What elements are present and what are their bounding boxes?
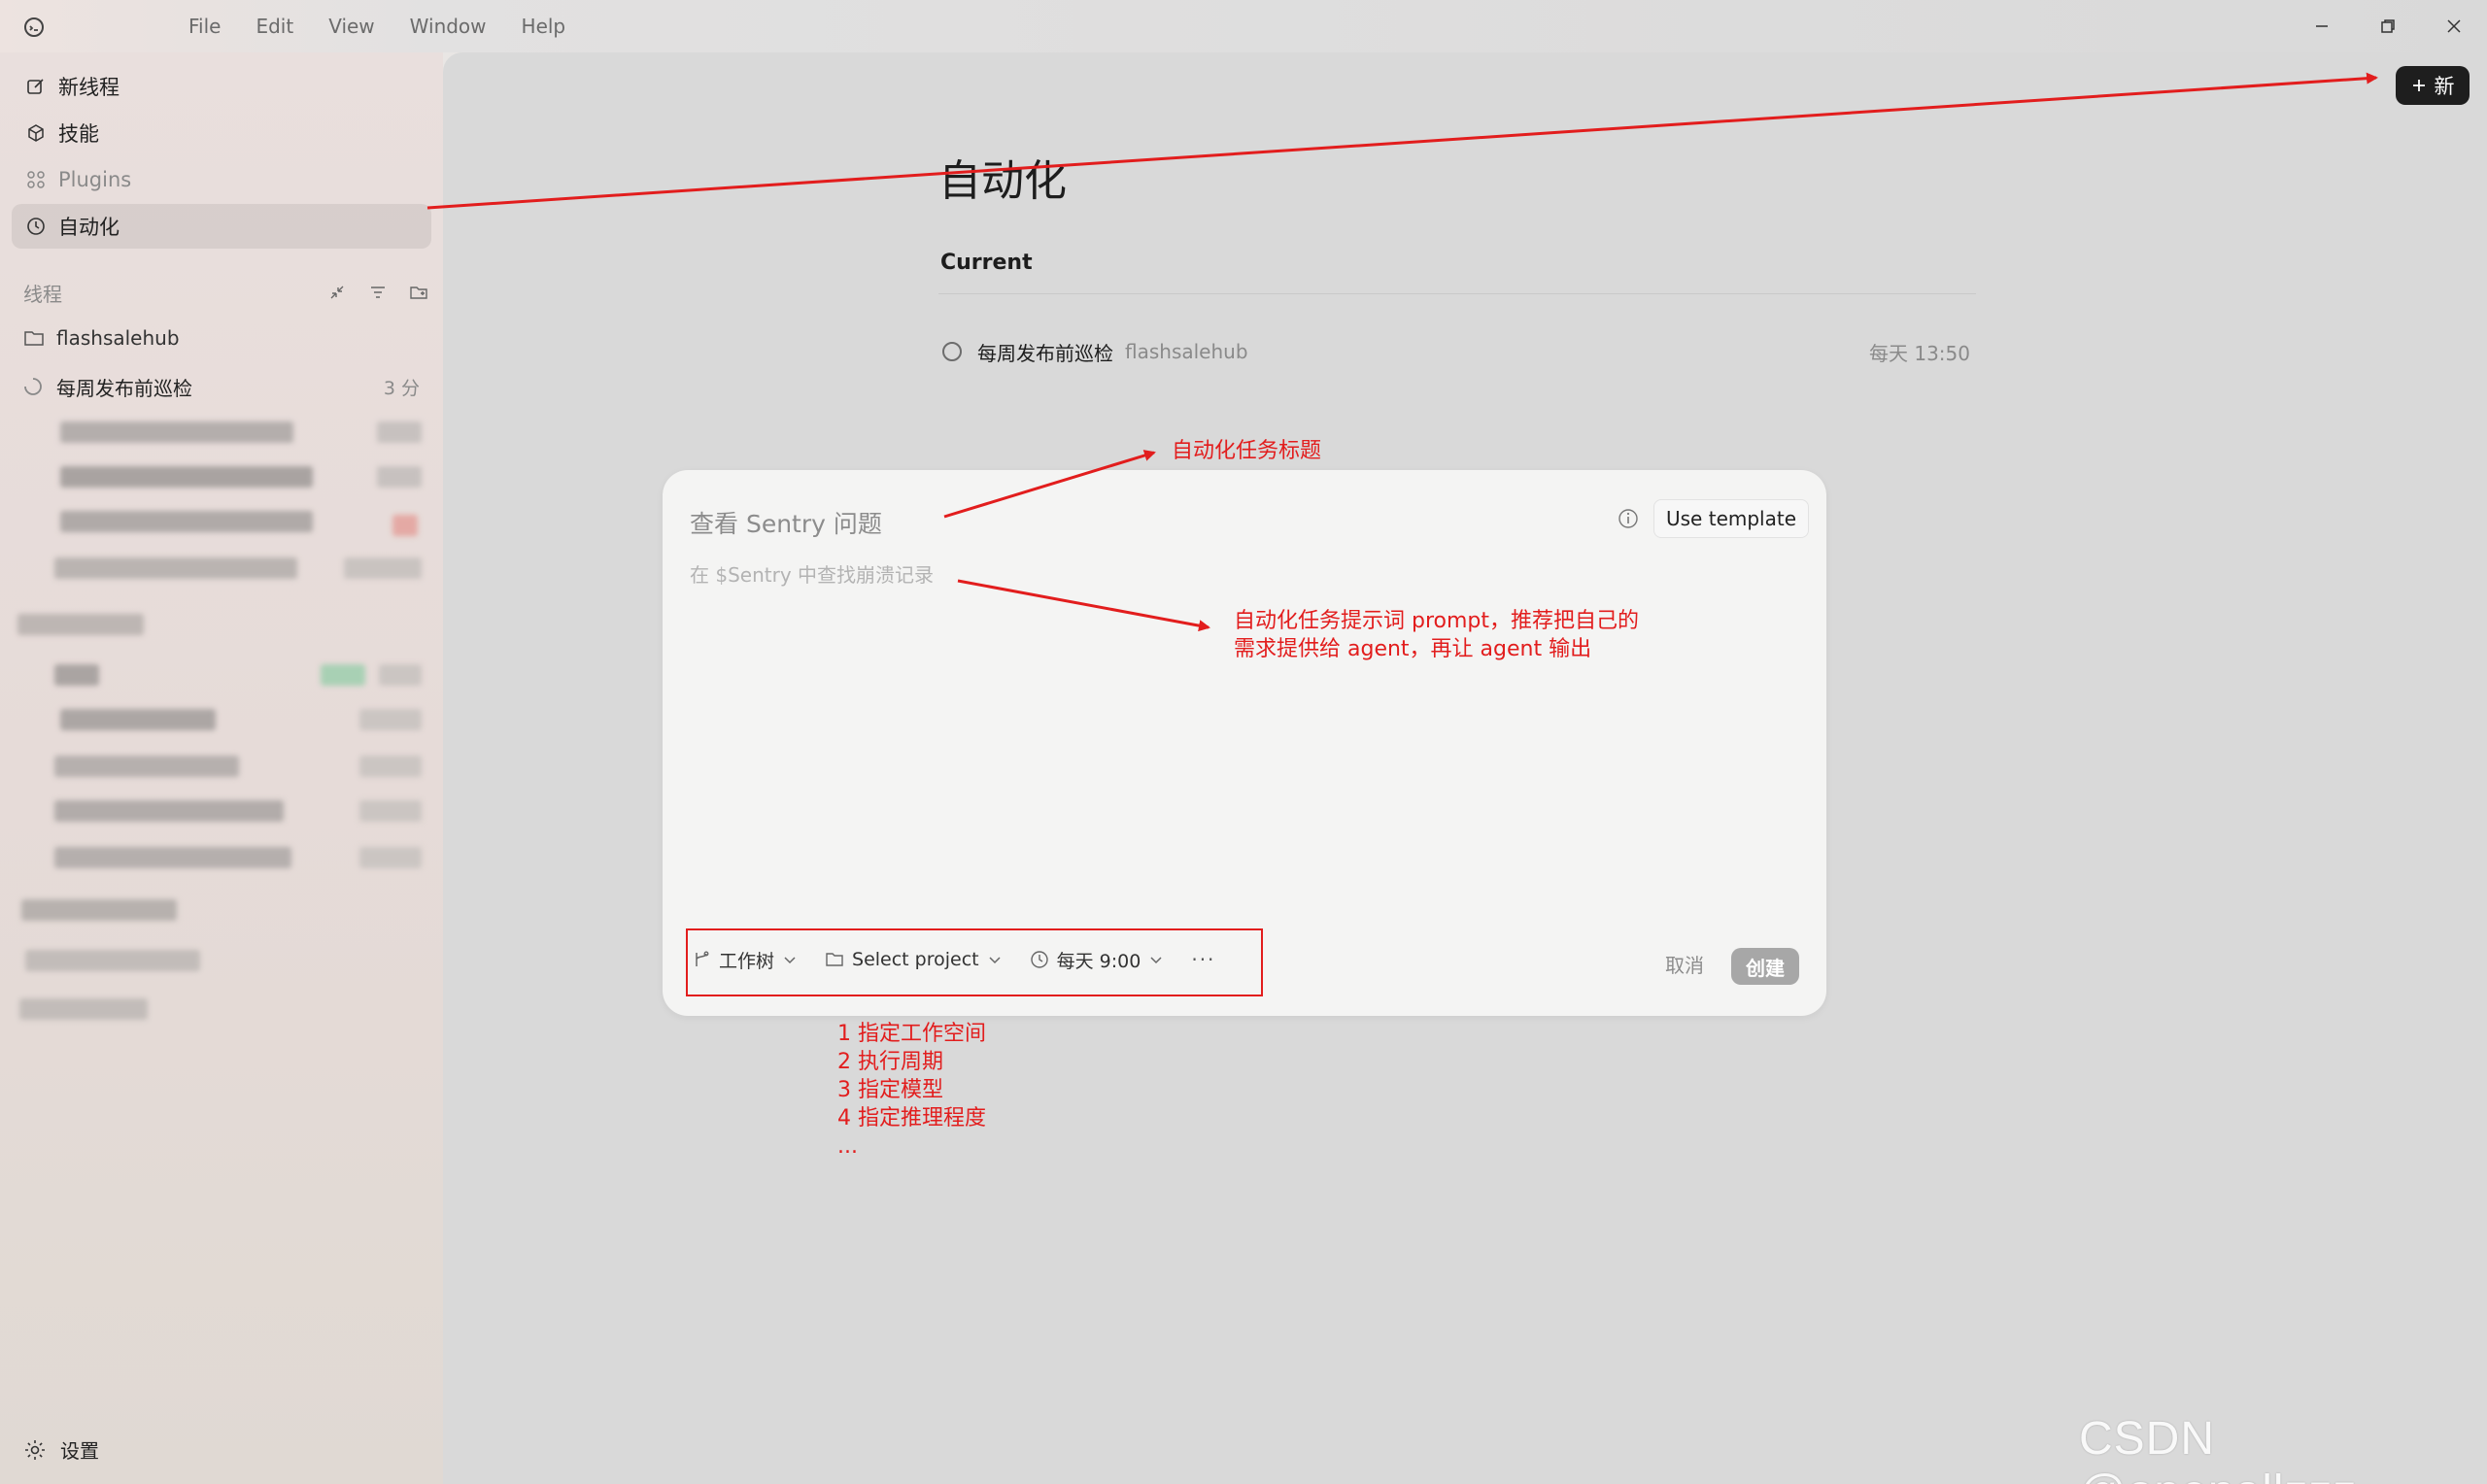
annotation-option-more: ... bbox=[837, 1134, 858, 1159]
menu-file[interactable]: File bbox=[171, 14, 238, 39]
sidebar-item-label: 技能 bbox=[58, 122, 99, 146]
gear-icon bbox=[25, 1439, 45, 1460]
sidebar-item-label: Plugins bbox=[58, 168, 132, 191]
thread-item[interactable]: 每周发布前巡检 3 分 bbox=[23, 371, 420, 402]
annotation-option-1: 1 指定工作空间 bbox=[837, 1022, 986, 1046]
annotation-option-4: 4 指定推理程度 bbox=[837, 1106, 986, 1130]
clock-icon bbox=[25, 216, 47, 237]
collapse-icon[interactable] bbox=[324, 280, 350, 305]
new-button-label: 新 bbox=[2434, 75, 2455, 98]
annotation-option-3: 3 指定模型 bbox=[837, 1078, 943, 1102]
edit-icon bbox=[25, 76, 47, 97]
minimize-icon bbox=[2316, 25, 2328, 27]
prompt-input[interactable]: 在 $Sentry 中查找崩溃记录 bbox=[690, 559, 934, 588]
project-folder[interactable]: flashsalehub bbox=[23, 322, 180, 354]
options-highlight-box bbox=[686, 928, 1263, 996]
plus-icon bbox=[2412, 80, 2425, 91]
status-circle-icon bbox=[942, 342, 962, 361]
loading-spinner-icon bbox=[24, 378, 42, 395]
new-folder-icon[interactable] bbox=[406, 280, 431, 305]
menu-edit[interactable]: Edit bbox=[238, 14, 311, 39]
cube-icon bbox=[25, 122, 47, 144]
thread-time: 3 分 bbox=[383, 377, 420, 399]
annotation-options-list: 1 指定工作空间 2 执行周期 3 指定模型 4 指定推理程度 ... bbox=[837, 1020, 986, 1161]
annotation-title-note: 自动化任务标题 bbox=[1172, 439, 1322, 463]
page-title: 自动化 bbox=[938, 156, 1067, 206]
sidebar-item-label: 自动化 bbox=[58, 216, 119, 239]
use-template-button[interactable]: Use template bbox=[1653, 499, 1810, 538]
restore-icon bbox=[2381, 19, 2395, 33]
minimize-button[interactable] bbox=[2289, 0, 2355, 52]
app-logo-icon[interactable] bbox=[21, 15, 47, 40]
title-bar: File Edit View Window Help bbox=[0, 0, 2487, 52]
close-button[interactable] bbox=[2421, 0, 2487, 52]
automation-title-input[interactable]: 查看 Sentry 问题 bbox=[690, 505, 882, 540]
folder-label: flashsalehub bbox=[56, 326, 180, 350]
annotation-prompt-note-1: 自动化任务提示词 prompt，推荐把自己的 bbox=[1234, 609, 1640, 633]
menu-view[interactable]: View bbox=[311, 14, 392, 39]
grid-icon bbox=[25, 169, 47, 190]
section-label-current: Current bbox=[940, 251, 1033, 275]
sidebar-item-automation[interactable]: 自动化 bbox=[12, 204, 431, 249]
thread-name: 每周发布前巡检 bbox=[56, 376, 192, 400]
threads-label: 线程 bbox=[23, 282, 62, 306]
close-icon bbox=[2447, 19, 2461, 33]
section-divider bbox=[938, 293, 1976, 294]
settings-label: 设置 bbox=[60, 1439, 99, 1463]
create-button[interactable]: 创建 bbox=[1731, 948, 1799, 985]
new-automation-button[interactable]: 新 bbox=[2396, 66, 2470, 105]
menu-help[interactable]: Help bbox=[504, 14, 584, 39]
sidebar-item-skills[interactable]: 技能 bbox=[12, 111, 431, 155]
automation-name: 每周发布前巡检 bbox=[977, 341, 1113, 365]
sidebar-item-label: 新线程 bbox=[58, 76, 119, 99]
annotation-prompt-note-2: 需求提供给 agent，再让 agent 输出 bbox=[1234, 637, 1592, 661]
sidebar-item-new-thread[interactable]: 新线程 bbox=[12, 64, 431, 109]
automation-list-item[interactable]: 每周发布前巡检 flashsalehub 每天 13:50 bbox=[942, 336, 1970, 367]
threads-header: 线程 bbox=[23, 278, 431, 307]
annotation-option-2: 2 执行周期 bbox=[837, 1050, 943, 1074]
sidebar-item-plugins[interactable]: Plugins bbox=[12, 157, 431, 202]
filter-icon[interactable] bbox=[365, 280, 391, 305]
automation-project: flashsalehub bbox=[1125, 340, 1248, 363]
cancel-button[interactable]: 取消 bbox=[1665, 950, 1704, 978]
window-controls bbox=[2289, 0, 2487, 52]
menu-bar: File Edit View Window Help bbox=[171, 14, 583, 39]
automation-schedule: 每天 13:50 bbox=[1869, 341, 1970, 365]
settings-button[interactable]: 设置 bbox=[23, 1435, 99, 1464]
info-icon[interactable] bbox=[1617, 507, 1640, 530]
watermark: CSDN @openallzzz bbox=[2079, 1413, 2357, 1484]
restore-button[interactable] bbox=[2355, 0, 2421, 52]
menu-window[interactable]: Window bbox=[392, 14, 504, 39]
folder-icon bbox=[24, 331, 44, 346]
